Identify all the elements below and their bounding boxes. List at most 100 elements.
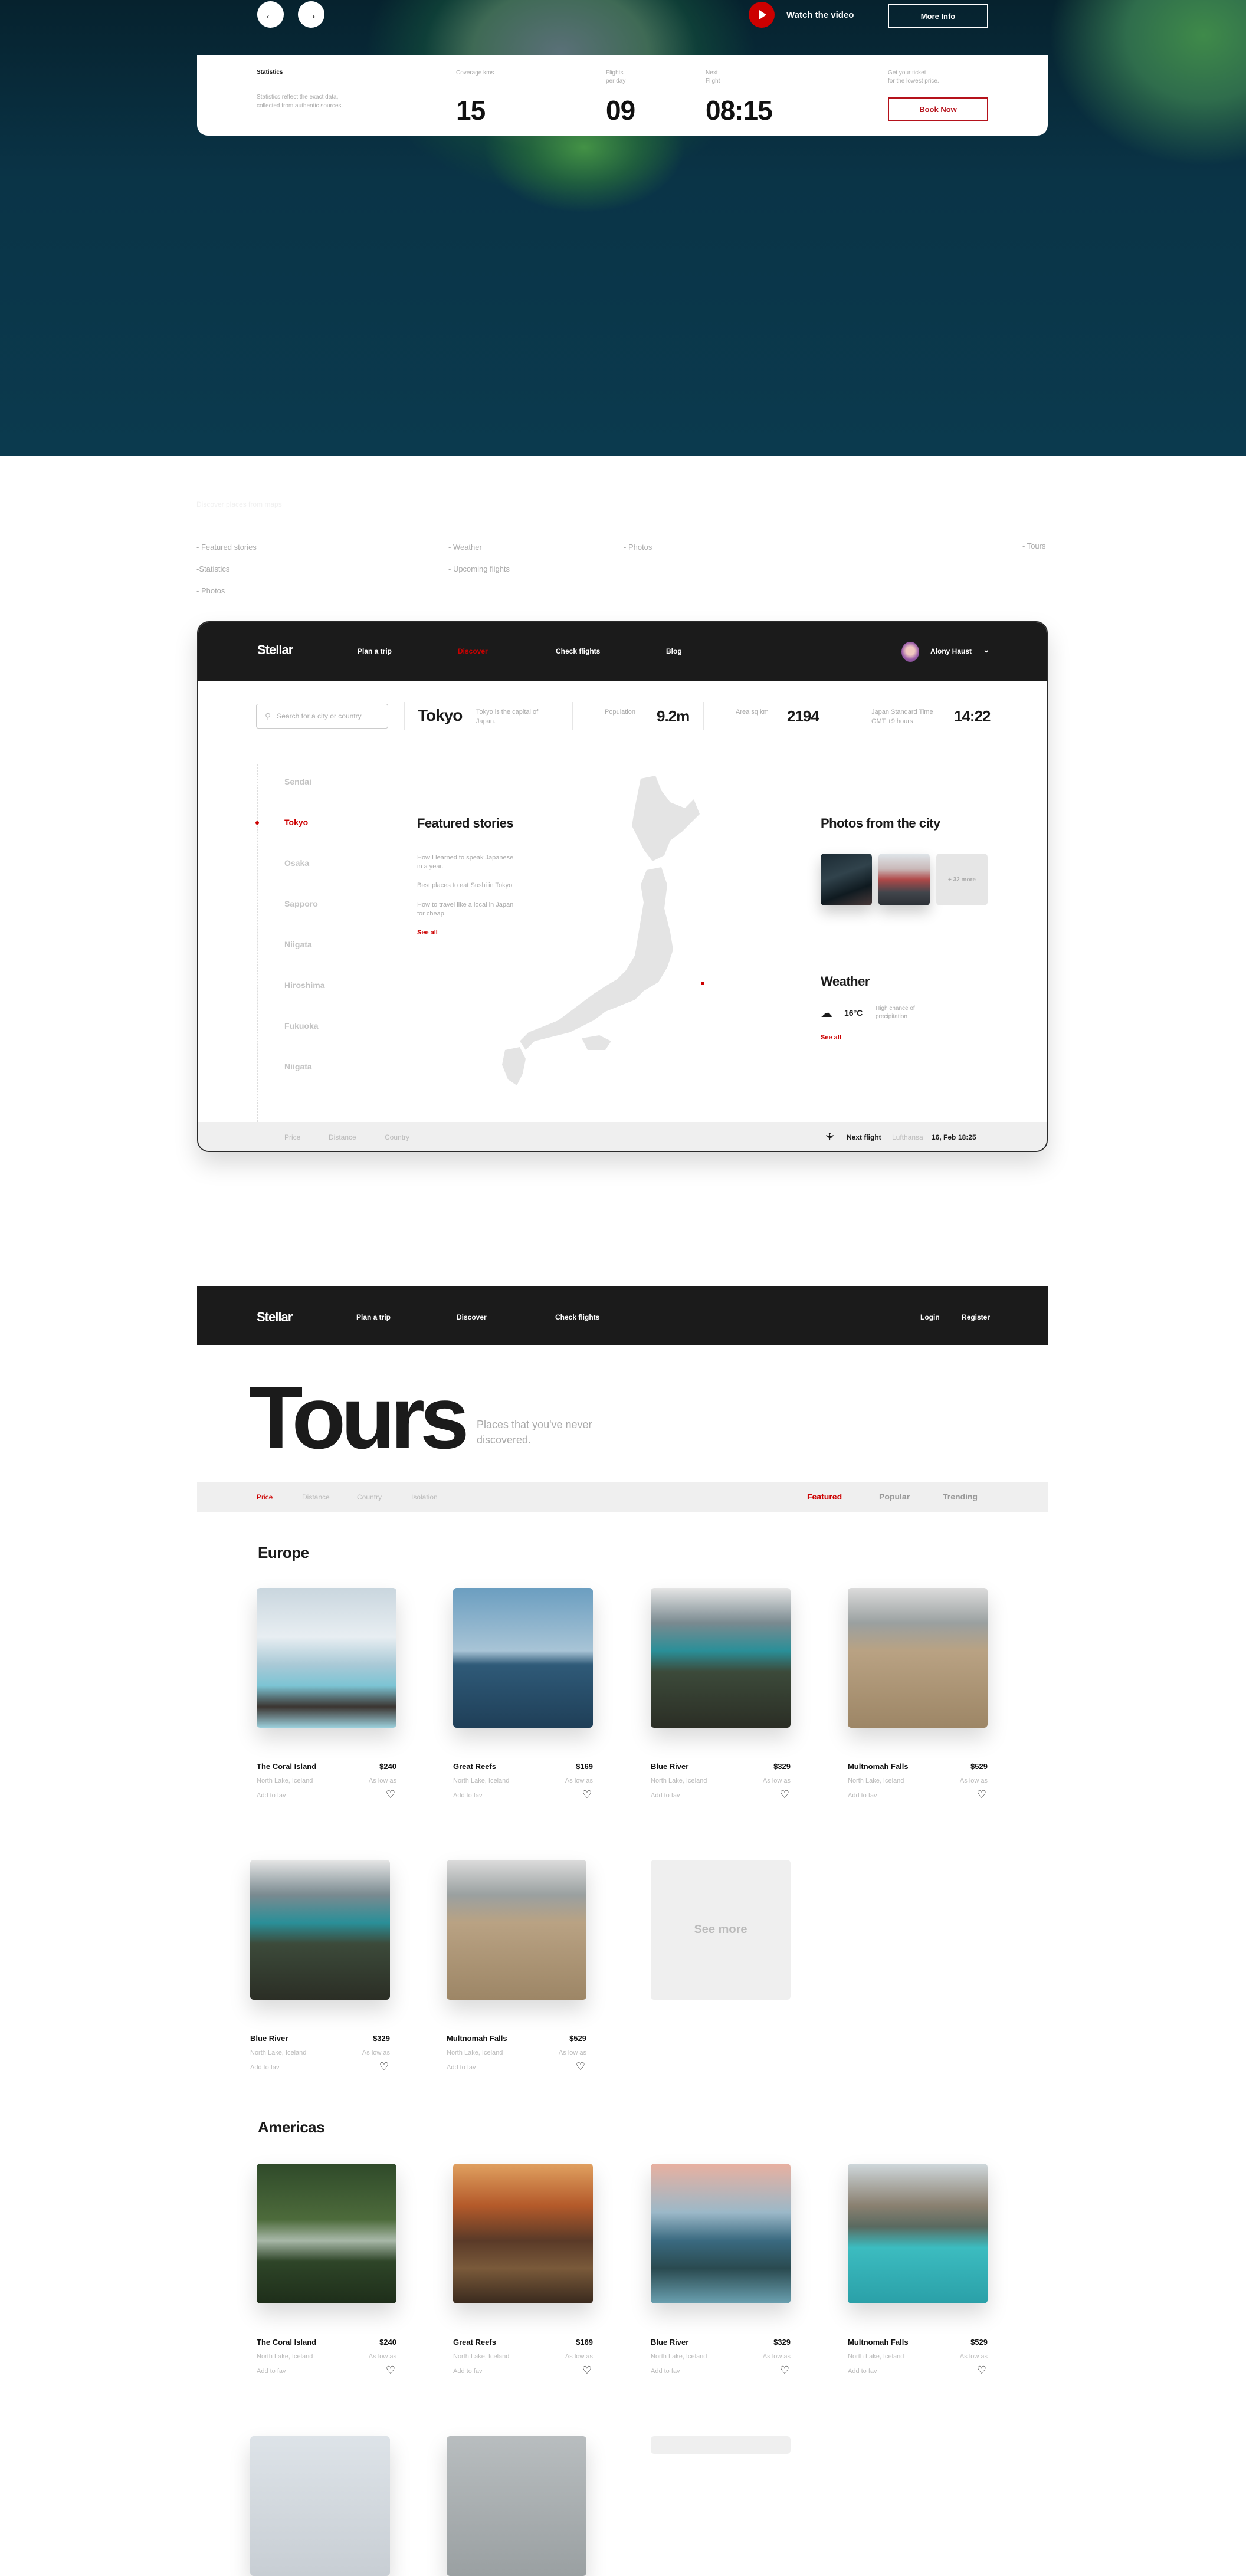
tour-image[interactable]: [453, 1588, 593, 1728]
logo[interactable]: Stellar: [257, 642, 293, 658]
chevron-down-icon[interactable]: ⌄: [983, 645, 990, 655]
nav-blog[interactable]: Blog: [666, 647, 682, 655]
play-icon[interactable]: [749, 2, 775, 28]
city-photo[interactable]: [878, 854, 930, 905]
tour-image[interactable]: [257, 1588, 396, 1728]
sitemap-link[interactable]: - Featured stories: [196, 536, 257, 558]
tour-name[interactable]: Blue River: [250, 2034, 288, 2043]
login-link[interactable]: Login: [920, 1313, 940, 1321]
sitemap-link[interactable]: - Upcoming flights: [448, 558, 510, 580]
tour-card[interactable]: Multnomah Falls $529 North Lake, Iceland As…: [848, 2164, 988, 2376]
sitemap-link[interactable]: - Weather: [448, 536, 510, 558]
avatar[interactable]: [901, 642, 919, 662]
tour-image[interactable]: [848, 1588, 988, 1728]
filter-distance[interactable]: Distance: [329, 1133, 356, 1141]
weather-see-all[interactable]: See all: [821, 1034, 841, 1041]
tour-card[interactable]: Blue River $329 North Lake, Iceland As low …: [651, 2164, 791, 2376]
tour-name[interactable]: Multnomah Falls: [848, 1762, 909, 1771]
city-item[interactable]: Osaka: [284, 858, 309, 868]
tour-name[interactable]: Great Reefs: [453, 2338, 496, 2347]
tour-card[interactable]: Blue River $329 North Lake, Iceland As low …: [651, 1588, 791, 1800]
tour-image[interactable]: [651, 1588, 791, 1728]
add-to-fav-label[interactable]: Add to fav: [453, 2368, 483, 2375]
city-item[interactable]: Niigata: [284, 940, 312, 949]
tour-card[interactable]: Multnomah Falls $529 North Lake, Iceland As…: [848, 1588, 988, 1800]
tour-image[interactable]: [447, 2436, 586, 2576]
tour-image[interactable]: [447, 1860, 586, 2000]
add-to-fav-label[interactable]: Add to fav: [257, 2368, 286, 2375]
heart-icon[interactable]: ♡: [386, 1789, 395, 1801]
sitemap-link[interactable]: -Statistics: [196, 558, 257, 580]
tab-trending[interactable]: Trending: [943, 1492, 978, 1501]
add-to-fav-label[interactable]: Add to fav: [257, 1792, 286, 1799]
tour-name[interactable]: Great Reefs: [453, 1762, 496, 1771]
tour-name[interactable]: Multnomah Falls: [447, 2034, 507, 2043]
tour-image[interactable]: [848, 2164, 988, 2303]
logo[interactable]: Stellar: [257, 1310, 293, 1325]
tour-card[interactable]: The Coral Island $240 North Lake, Iceland A…: [257, 1588, 396, 1800]
tab-popular[interactable]: Popular: [879, 1492, 910, 1501]
tour-image[interactable]: [651, 2164, 791, 2303]
nav-plan-trip[interactable]: Plan a trip: [358, 647, 392, 655]
tour-image[interactable]: [453, 2164, 593, 2303]
more-photos-button[interactable]: + 32 more: [936, 854, 988, 905]
filter-distance[interactable]: Distance: [302, 1493, 330, 1501]
add-to-fav-label[interactable]: Add to fav: [651, 1792, 680, 1799]
tour-card[interactable]: Blue River $329 North Lake, Iceland As low …: [250, 1860, 390, 2072]
filter-isolation[interactable]: Isolation: [411, 1493, 438, 1501]
add-to-fav-label[interactable]: Add to fav: [453, 1792, 483, 1799]
add-to-fav-label[interactable]: Add to fav: [651, 2368, 680, 2375]
nav-check-flights[interactable]: Check flights: [556, 647, 600, 655]
user-name[interactable]: Alony Haust: [930, 647, 972, 655]
next-slide-button[interactable]: →: [298, 1, 324, 28]
filter-price[interactable]: Price: [257, 1493, 273, 1501]
heart-icon[interactable]: ♡: [780, 2364, 789, 2377]
sitemap-link[interactable]: - Tours: [1022, 542, 1046, 550]
add-to-fav-label[interactable]: Add to fav: [848, 1792, 877, 1799]
watch-video-link[interactable]: Watch the video: [786, 10, 854, 20]
sitemap-link[interactable]: - Photos: [196, 580, 257, 602]
tokyo-marker[interactable]: [701, 982, 704, 985]
city-photo[interactable]: [821, 854, 872, 905]
see-more-button[interactable]: See more: [651, 1860, 791, 2000]
city-item[interactable]: Fukuoka: [284, 1021, 319, 1031]
tour-card[interactable]: Great Reefs $169 North Lake, Iceland As low…: [453, 1588, 593, 1800]
heart-icon[interactable]: ♡: [977, 2364, 986, 2377]
city-item[interactable]: Hiroshima: [284, 980, 324, 990]
add-to-fav-label[interactable]: Add to fav: [250, 2064, 280, 2071]
stories-see-all[interactable]: See all: [417, 929, 438, 936]
register-link[interactable]: Register: [962, 1313, 990, 1321]
tour-image[interactable]: [250, 2436, 390, 2576]
see-more-button[interactable]: [651, 2436, 791, 2454]
tour-name[interactable]: The Coral Island: [257, 1762, 316, 1771]
filter-country[interactable]: Country: [357, 1493, 382, 1501]
heart-icon[interactable]: ♡: [379, 2060, 389, 2073]
heart-icon[interactable]: ♡: [576, 2060, 585, 2073]
nav-plan-trip[interactable]: Plan a trip: [356, 1313, 391, 1321]
nav-discover[interactable]: Discover: [458, 647, 488, 655]
tour-image[interactable]: [250, 1860, 390, 2000]
more-info-button[interactable]: More Info: [888, 4, 988, 28]
tour-name[interactable]: Blue River: [651, 2338, 688, 2347]
tour-card[interactable]: Multnomah Falls $529 North Lake, Iceland As…: [447, 1860, 586, 2072]
city-item[interactable]: Niigata: [284, 1062, 312, 1071]
heart-icon[interactable]: ♡: [582, 2364, 592, 2377]
tab-featured[interactable]: Featured: [807, 1492, 842, 1501]
tour-card[interactable]: The Coral Island $240 North Lake, Iceland A…: [257, 2164, 396, 2376]
heart-icon[interactable]: ♡: [386, 2364, 395, 2377]
heart-icon[interactable]: ♡: [780, 1789, 789, 1801]
sitemap-link[interactable]: - Photos: [624, 536, 652, 558]
city-item[interactable]: Tokyo: [284, 818, 308, 827]
nav-check-flights[interactable]: Check flights: [555, 1313, 599, 1321]
city-item[interactable]: Sendai: [284, 777, 312, 786]
search-input[interactable]: ⚲ Search for a city or country: [256, 704, 388, 729]
heart-icon[interactable]: ♡: [582, 1789, 592, 1801]
tour-card[interactable]: Great Reefs $169 North Lake, Iceland As low…: [453, 2164, 593, 2376]
filter-price[interactable]: Price: [284, 1133, 300, 1141]
tour-name[interactable]: Blue River: [651, 1762, 688, 1771]
filter-country[interactable]: Country: [385, 1133, 409, 1141]
nav-discover[interactable]: Discover: [457, 1313, 487, 1321]
add-to-fav-label[interactable]: Add to fav: [848, 2368, 877, 2375]
tour-name[interactable]: The Coral Island: [257, 2338, 316, 2347]
city-item[interactable]: Sapporo: [284, 899, 318, 908]
